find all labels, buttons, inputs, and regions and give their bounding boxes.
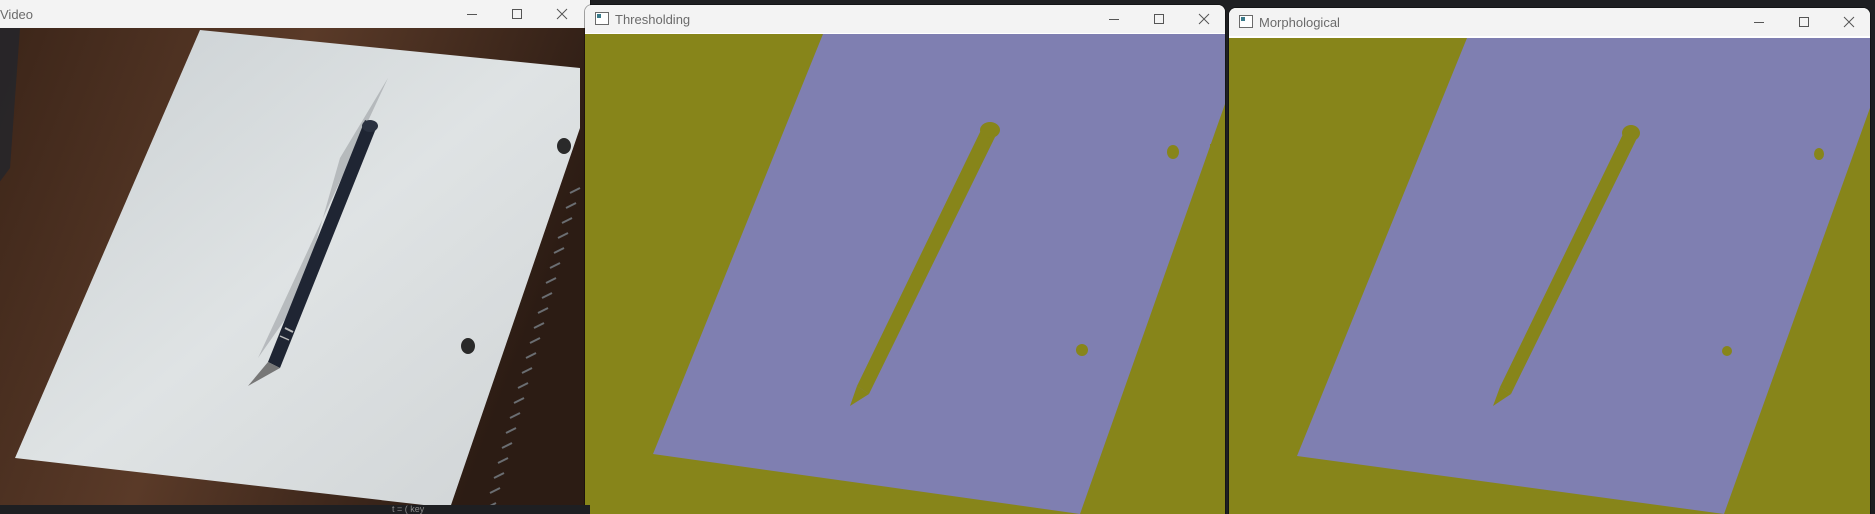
morphological-maximize-button[interactable] <box>1791 11 1817 33</box>
morphological-close-button[interactable] <box>1836 11 1862 33</box>
morphological-window[interactable]: Morphological <box>1229 8 1870 514</box>
minimize-icon <box>1754 22 1764 23</box>
app-window-icon <box>595 12 609 25</box>
close-icon <box>1843 16 1855 28</box>
video-window-title: Video <box>0 7 34 22</box>
minimize-icon <box>467 14 477 15</box>
app-window-icon <box>1239 15 1253 28</box>
maximize-icon <box>1799 17 1809 27</box>
morphological-frame <box>1229 38 1870 514</box>
video-frame <box>0 28 590 508</box>
video-close-button[interactable] <box>549 3 575 25</box>
thresholding-image <box>585 34 1225 514</box>
video-minimize-button[interactable] <box>459 3 485 25</box>
morphological-titlebar[interactable]: Morphological <box>1229 8 1870 36</box>
thresholding-frame <box>585 34 1225 514</box>
video-maximize-button[interactable] <box>504 3 530 25</box>
video-titlebar[interactable]: Video <box>0 0 590 28</box>
maximize-icon <box>512 9 522 19</box>
thresholding-window-title: Thresholding <box>615 12 691 27</box>
minimize-icon <box>1109 19 1119 20</box>
close-icon <box>1198 13 1210 25</box>
morphological-window-title: Morphological <box>1259 15 1340 30</box>
close-icon <box>556 8 568 20</box>
video-window[interactable]: Video <box>0 0 590 508</box>
thresholding-minimize-button[interactable] <box>1101 8 1127 30</box>
maximize-icon <box>1154 14 1164 24</box>
thresholding-maximize-button[interactable] <box>1146 8 1172 30</box>
morphological-image <box>1229 38 1870 514</box>
background-code-snippet: t = ( key <box>392 504 425 514</box>
thresholding-close-button[interactable] <box>1191 8 1217 30</box>
background-editor-strip: t = ( key <box>0 504 590 514</box>
thresholding-window[interactable]: Thresholding <box>585 5 1225 514</box>
video-frame-image <box>0 28 590 508</box>
morphological-minimize-button[interactable] <box>1746 11 1772 33</box>
thresholding-titlebar[interactable]: Thresholding <box>585 5 1225 33</box>
